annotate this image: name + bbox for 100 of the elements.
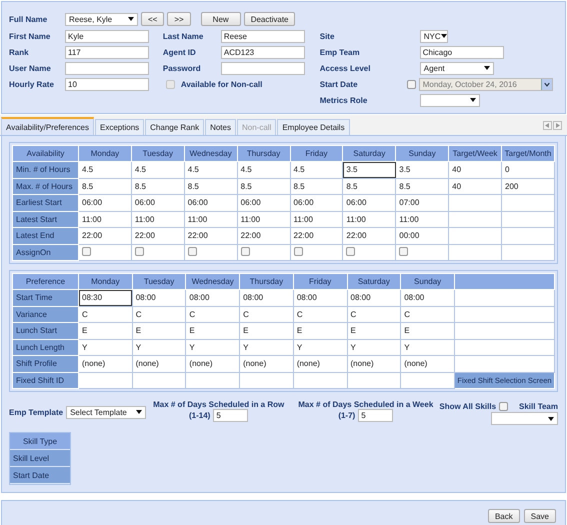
- table-cell[interactable]: 4.5: [290, 162, 343, 178]
- table-cell[interactable]: 11:00: [290, 211, 343, 228]
- table-cell[interactable]: (none): [347, 356, 401, 372]
- table-cell[interactable]: Y: [400, 339, 454, 356]
- table-cell[interactable]: 22:00: [131, 228, 184, 244]
- table-cell[interactable]: Y: [132, 339, 186, 356]
- table-cell[interactable]: 08:00: [186, 290, 240, 306]
- dropdown[interactable]: [491, 412, 558, 425]
- dropdown[interactable]: Select Template: [66, 406, 146, 418]
- table-cell[interactable]: E: [400, 322, 454, 339]
- table-cell[interactable]: 40: [448, 178, 502, 194]
- table-cell[interactable]: E: [240, 322, 294, 339]
- table-cell[interactable]: C: [132, 306, 186, 322]
- table-cell[interactable]: 06:00: [184, 194, 238, 211]
- footer-button[interactable]: Save: [524, 509, 556, 523]
- table-cell[interactable]: C: [293, 306, 348, 322]
- dropdown[interactable]: Reese, Kyle: [65, 12, 138, 26]
- checkbox[interactable]: [399, 246, 408, 256]
- table-cell[interactable]: 11:00: [237, 211, 290, 228]
- table-cell[interactable]: C: [240, 306, 294, 322]
- table-cell[interactable]: (none): [240, 356, 294, 372]
- table-cell[interactable]: E: [347, 322, 401, 339]
- text-field[interactable]: [65, 62, 149, 74]
- table-cell[interactable]: (none): [400, 356, 454, 372]
- table-cell[interactable]: 3.5: [342, 162, 396, 178]
- table-cell[interactable]: 08:00: [132, 290, 186, 306]
- table-cell[interactable]: 08:00: [240, 290, 294, 306]
- checkbox[interactable]: [188, 246, 197, 256]
- table-cell[interactable]: C: [347, 306, 401, 322]
- tab[interactable]: Exceptions: [95, 119, 144, 135]
- table-cell[interactable]: 4.5: [184, 162, 238, 178]
- table-cell[interactable]: C: [78, 306, 132, 322]
- table-cell[interactable]: 8.5: [78, 178, 132, 194]
- table-cell[interactable]: 08:30: [78, 290, 132, 306]
- table-cell[interactable]: 0: [502, 162, 554, 178]
- table-cell[interactable]: 200: [502, 178, 554, 194]
- table-cell[interactable]: 40: [448, 162, 502, 178]
- table-cell[interactable]: 22:00: [290, 228, 343, 244]
- text-field[interactable]: ACD123: [220, 46, 305, 58]
- scroll-right-button[interactable]: [553, 120, 562, 130]
- table-cell[interactable]: 11:00: [131, 211, 184, 228]
- table-cell[interactable]: E: [293, 322, 348, 339]
- table-cell[interactable]: Y: [347, 339, 401, 356]
- text-field[interactable]: Chicago: [420, 46, 504, 58]
- text-field[interactable]: Kyle: [65, 30, 149, 42]
- table-cell[interactable]: 8.5: [396, 178, 449, 194]
- table-cell[interactable]: 8.5: [131, 178, 184, 194]
- text-field[interactable]: 117: [65, 46, 149, 58]
- tab[interactable]: Employee Details: [277, 119, 350, 135]
- table-cell[interactable]: (none): [293, 356, 348, 372]
- dropdown[interactable]: [420, 94, 480, 106]
- table-cell[interactable]: C: [400, 306, 454, 322]
- table-cell[interactable]: Y: [240, 339, 294, 356]
- table-cell[interactable]: 8.5: [237, 178, 290, 194]
- table-cell[interactable]: 8.5: [290, 178, 343, 194]
- text-field[interactable]: 5: [213, 409, 248, 422]
- table-cell[interactable]: 8.5: [342, 178, 396, 194]
- table-cell[interactable]: 22:00: [237, 228, 290, 244]
- table-cell[interactable]: 11:00: [184, 211, 238, 228]
- table-cell[interactable]: 8.5: [184, 178, 238, 194]
- checkbox[interactable]: [82, 246, 91, 256]
- table-cell[interactable]: 08:00: [400, 290, 454, 306]
- text-field[interactable]: 10: [65, 78, 149, 90]
- table-cell[interactable]: Y: [293, 339, 348, 356]
- dropdown[interactable]: Agent: [420, 62, 494, 74]
- nav-button[interactable]: <<: [141, 12, 164, 26]
- text-field[interactable]: Reese: [220, 30, 305, 42]
- table-cell[interactable]: 11:00: [342, 211, 396, 228]
- checkbox[interactable]: [240, 246, 250, 256]
- table-cell[interactable]: 4.5: [78, 162, 132, 178]
- table-cell[interactable]: 08:00: [347, 290, 401, 306]
- tab[interactable]: Availability/Preferences: [1, 117, 94, 135]
- checkbox[interactable]: [346, 246, 356, 256]
- table-cell[interactable]: 3.5: [396, 162, 449, 178]
- dropdown[interactable]: NYC: [420, 30, 448, 42]
- checkbox[interactable]: [294, 246, 302, 256]
- nav-button[interactable]: >>: [167, 12, 191, 26]
- table-cell[interactable]: 07:00: [396, 194, 449, 211]
- table-cell[interactable]: 00:00: [396, 228, 449, 244]
- table-cell[interactable]: C: [186, 306, 240, 322]
- table-cell[interactable]: 11:00: [78, 211, 132, 228]
- table-cell[interactable]: 22:00: [78, 228, 132, 244]
- table-cell[interactable]: (none): [132, 356, 186, 372]
- table-cell[interactable]: E: [132, 322, 186, 339]
- scroll-left-button[interactable]: [543, 120, 552, 130]
- table-cell[interactable]: 06:00: [237, 194, 290, 211]
- table-cell[interactable]: 11:00: [396, 211, 449, 228]
- table-cell[interactable]: (none): [186, 356, 240, 372]
- table-cell[interactable]: 06:00: [131, 194, 184, 211]
- nav-button[interactable]: New: [200, 12, 241, 26]
- table-cell[interactable]: 06:00: [290, 194, 343, 211]
- table-cell[interactable]: Y: [186, 339, 240, 356]
- table-cell[interactable]: 22:00: [342, 228, 396, 244]
- table-cell[interactable]: 08:00: [293, 290, 348, 306]
- table-cell[interactable]: 06:00: [342, 194, 396, 211]
- checkbox[interactable]: [499, 402, 508, 410]
- tab[interactable]: Change Rank: [145, 119, 204, 135]
- nav-button[interactable]: Deactivate: [244, 12, 296, 26]
- tab[interactable]: Notes: [205, 119, 236, 135]
- table-cell[interactable]: E: [78, 322, 132, 339]
